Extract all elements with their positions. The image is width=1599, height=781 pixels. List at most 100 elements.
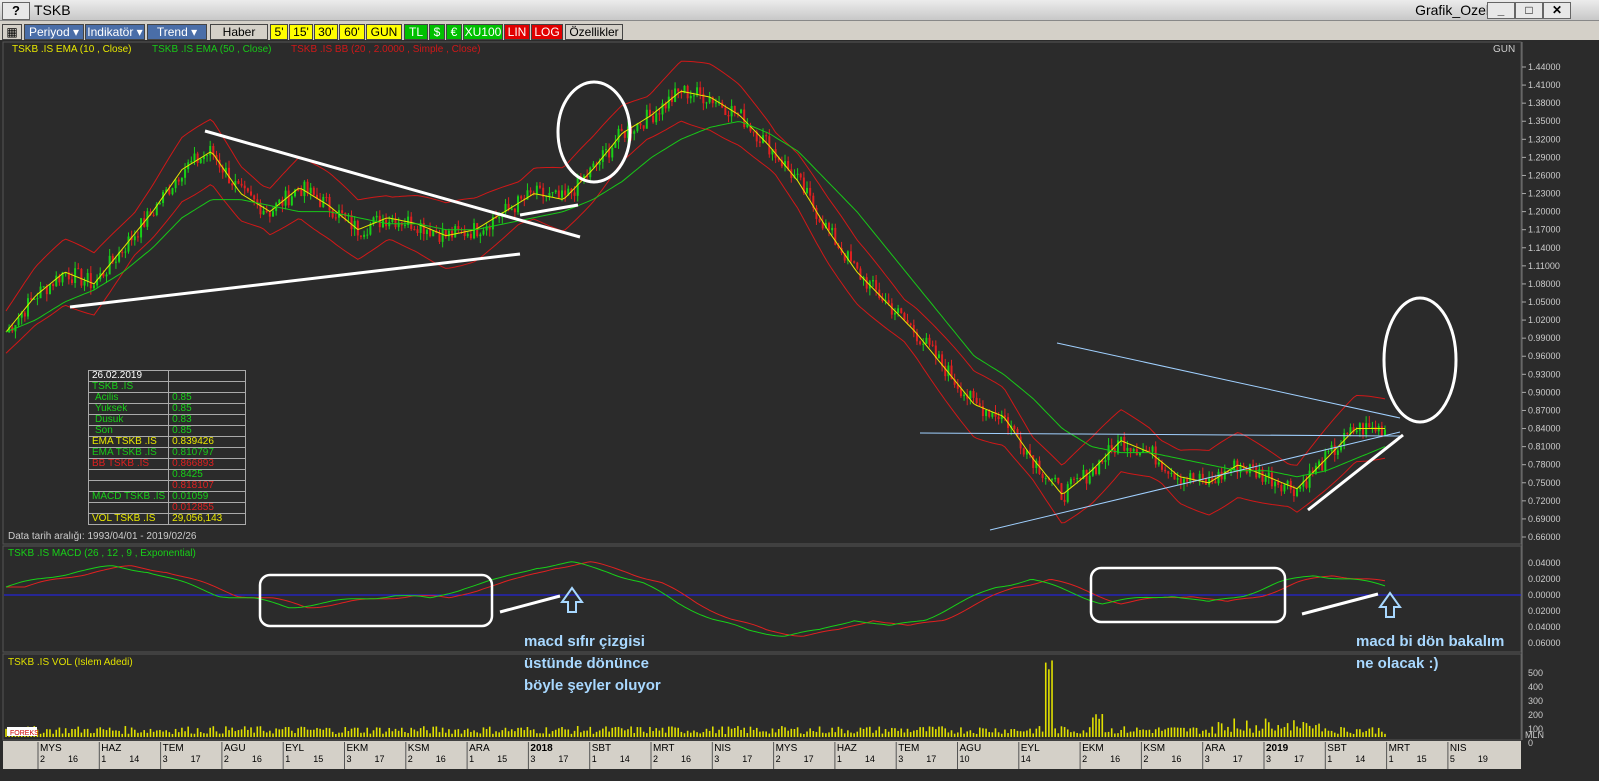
close-button[interactable]: ✕ xyxy=(1543,2,1571,19)
candle-body xyxy=(1189,473,1192,482)
indikator-dropdown[interactable]: Indikatör ▾ xyxy=(85,24,145,40)
candle-body xyxy=(1073,478,1076,480)
chart-area[interactable]: TSKB .IS EMA (10 , Close) TSKB .IS EMA (… xyxy=(0,40,1599,781)
candle-body xyxy=(758,141,761,143)
volume-bar xyxy=(1198,733,1201,737)
macd-trendline-left[interactable] xyxy=(499,594,561,614)
candle-body xyxy=(1151,446,1154,452)
candle-body xyxy=(604,149,607,151)
volume-bar xyxy=(1327,730,1330,737)
minimize-button[interactable]: _ xyxy=(1487,2,1515,19)
volume-bar xyxy=(708,730,711,737)
candle-body xyxy=(375,215,378,218)
haber-button[interactable]: Haber xyxy=(210,24,268,40)
volume-bar xyxy=(1302,721,1305,737)
help-button[interactable]: ? xyxy=(2,2,30,20)
volume-bar xyxy=(862,728,865,737)
volume-bar xyxy=(331,731,334,737)
candle-body xyxy=(507,203,510,209)
macd-y-label: 0.00000 xyxy=(1528,590,1561,600)
volume-bar xyxy=(1176,727,1179,737)
chevron-down-icon: ▾ xyxy=(133,25,143,39)
candle-body xyxy=(1274,481,1277,487)
volume-bar xyxy=(875,730,877,737)
vol-legend: TSKB .IS VOL (Islem Adedi) xyxy=(8,657,133,668)
maximize-button[interactable]: □ xyxy=(1515,2,1543,19)
volume-bar xyxy=(212,726,215,737)
candle-body xyxy=(978,403,981,406)
volume-bar xyxy=(671,726,673,737)
candle-body xyxy=(363,234,366,237)
macd-box-left[interactable] xyxy=(258,573,494,628)
period-5-button[interactable]: 5' xyxy=(270,24,288,40)
volume-bar xyxy=(602,728,604,737)
candle-body xyxy=(714,102,717,104)
candle-body xyxy=(366,234,369,236)
volume-bar xyxy=(42,732,45,737)
volume-bar xyxy=(1333,732,1336,737)
period-30-button[interactable]: 30' xyxy=(314,24,338,40)
candle-body xyxy=(1186,479,1189,482)
volume-bar xyxy=(1073,731,1075,737)
currency-usd-button[interactable]: $ xyxy=(429,24,445,40)
candle-body xyxy=(1154,446,1157,465)
volume-bar xyxy=(485,729,488,737)
volume-bar xyxy=(1293,720,1295,737)
volume-bar xyxy=(1283,727,1286,737)
volume-bar xyxy=(514,731,516,737)
periyod-dropdown[interactable]: Periyod ▾ xyxy=(24,24,84,40)
volume-bar xyxy=(360,732,362,737)
xu100-button[interactable]: XU100 xyxy=(463,24,503,40)
currency-eur-button[interactable]: € xyxy=(446,24,462,40)
volume-bar xyxy=(507,731,510,737)
period-gun-button[interactable]: GUN xyxy=(366,24,402,40)
volume-bar xyxy=(488,726,491,737)
period-60-button[interactable]: 60' xyxy=(339,24,365,40)
candle-body xyxy=(441,229,444,242)
candle-body xyxy=(432,230,435,237)
trendline-breakout[interactable] xyxy=(519,203,579,217)
x-day-label: 17 xyxy=(558,754,568,764)
x-day-label: 2 xyxy=(1143,754,1148,764)
candle-body xyxy=(206,155,209,157)
volume-bar xyxy=(894,728,896,737)
trend-dropdown[interactable]: Trend ▾ xyxy=(147,24,207,40)
volume-bar xyxy=(969,730,972,737)
volume-bar xyxy=(90,733,92,737)
x-day-label: 3 xyxy=(1205,754,1210,764)
period-15-button[interactable]: 15' xyxy=(289,24,313,40)
trendline-blue-mid[interactable] xyxy=(919,432,1401,437)
volume-bar xyxy=(303,727,306,737)
y-tick-label: 1.41000 xyxy=(1528,80,1561,90)
volume-bar xyxy=(746,732,749,737)
y-tick-label: 1.05000 xyxy=(1528,297,1561,307)
candle-body xyxy=(17,317,20,326)
trendline-support-recent[interactable] xyxy=(1307,433,1404,512)
volume-bar xyxy=(1110,728,1113,737)
y-tick-label: 0.99000 xyxy=(1528,333,1561,343)
macd-y-label: 0.06000 xyxy=(1528,638,1561,648)
macd-trendline-right[interactable] xyxy=(1301,592,1379,616)
volume-bar xyxy=(740,729,742,737)
circle-annotation-target[interactable] xyxy=(1382,296,1458,424)
trendline-lower[interactable] xyxy=(69,252,521,309)
table-row: 0.012855 xyxy=(87,502,247,514)
note-right: macd bi dön bakalım ne olacak :) xyxy=(1356,631,1504,675)
lin-scale-button[interactable]: LIN xyxy=(504,24,530,40)
volume-bar xyxy=(972,732,975,737)
y-tick-label: 0.84000 xyxy=(1528,424,1561,434)
volume-bar xyxy=(1107,731,1110,737)
currency-tl-button[interactable]: TL xyxy=(404,24,428,40)
volume-bar xyxy=(809,728,811,737)
x-month-label: KSM xyxy=(1143,743,1165,754)
candle-body xyxy=(1176,478,1179,480)
x-month-label: HAZ xyxy=(101,743,121,754)
candle-body xyxy=(997,416,1000,420)
info-empty xyxy=(87,502,170,514)
trendline-blue-upper[interactable] xyxy=(1056,342,1401,419)
candle-body xyxy=(416,229,419,233)
candle-body xyxy=(853,261,856,263)
log-scale-button[interactable]: LOG xyxy=(531,24,563,40)
ozellikler-button[interactable]: Özellikler xyxy=(565,24,623,40)
info-vol-value: 29,056,143 xyxy=(168,513,247,525)
